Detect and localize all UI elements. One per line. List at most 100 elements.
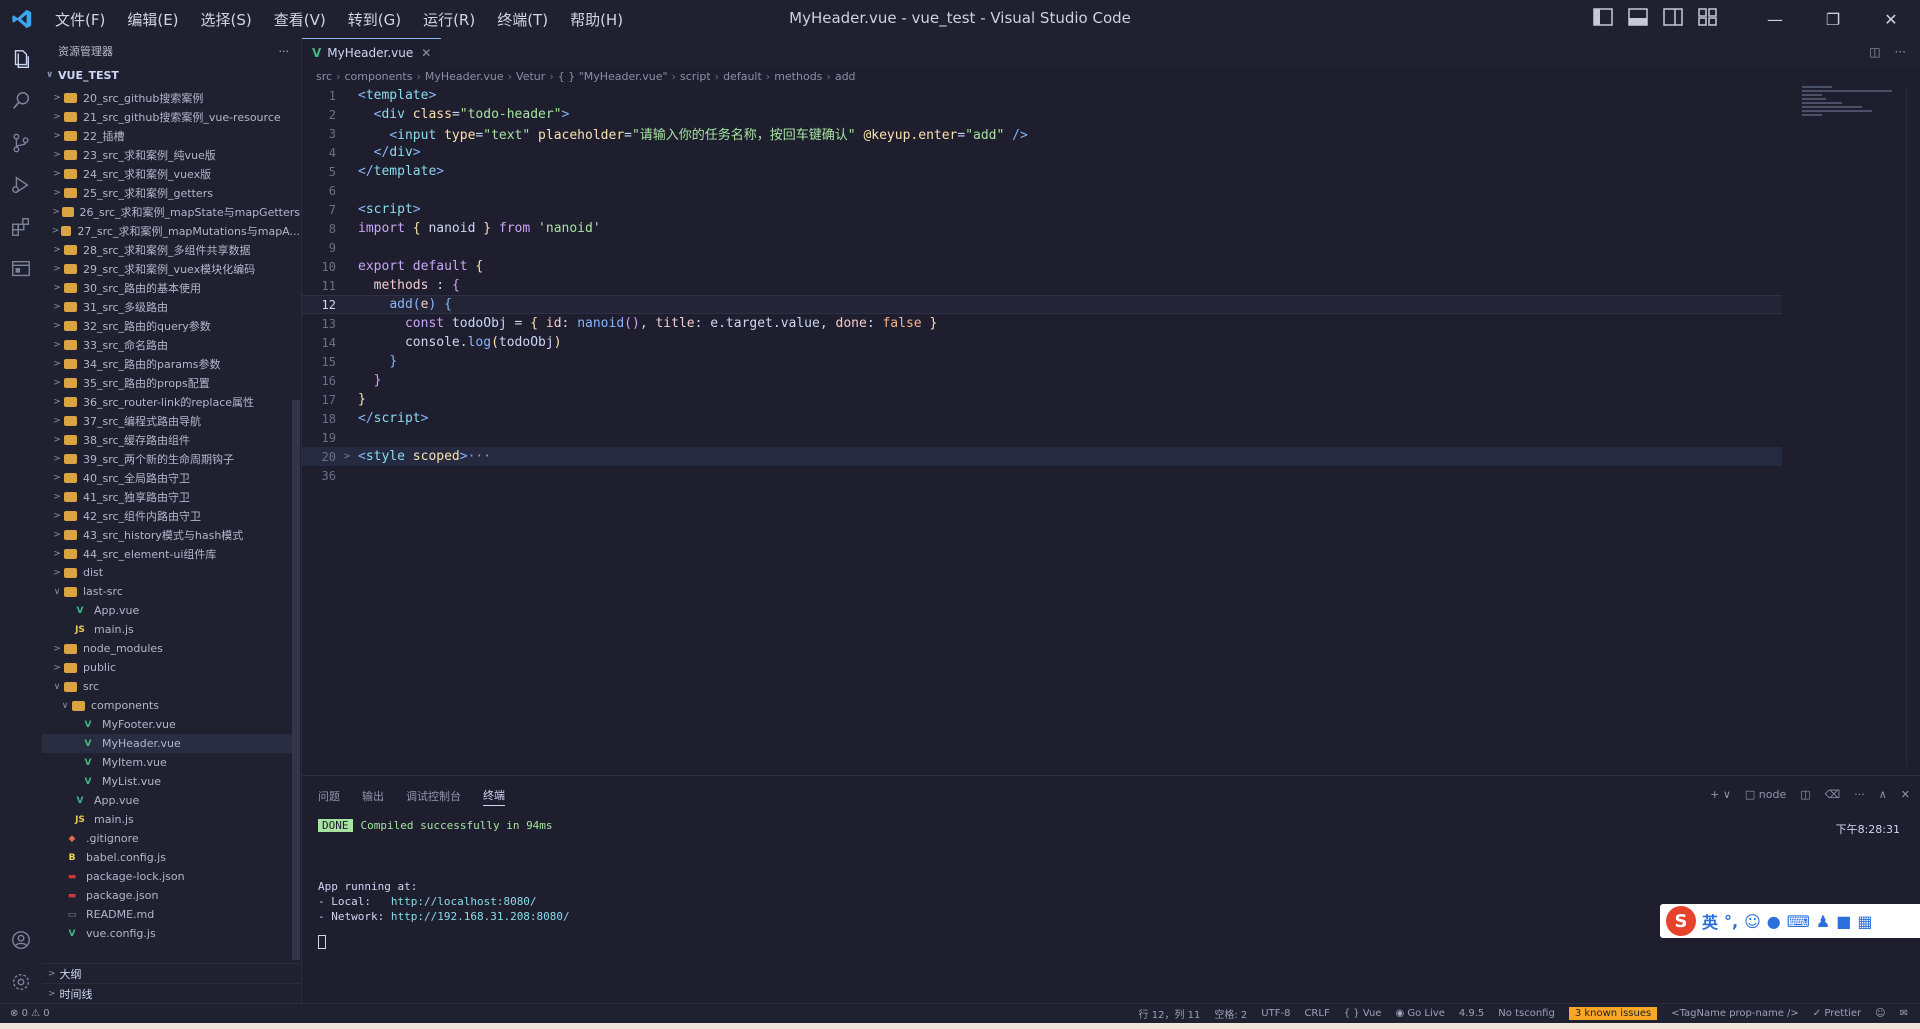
settings-gear-icon[interactable] — [0, 961, 42, 1003]
code-line[interactable]: 5 </template> — [302, 162, 1782, 181]
tree-item[interactable]: ∨ components — [42, 696, 300, 715]
tree-item[interactable]: > public — [42, 658, 300, 677]
code-line[interactable]: 20 > <style scoped>··· — [302, 447, 1782, 466]
tab-terminal[interactable]: 终端 — [483, 787, 505, 806]
tree-item[interactable]: V App.vue — [42, 791, 300, 810]
maximize-panel-icon[interactable]: ∧ — [1879, 788, 1887, 801]
toolbox-icon[interactable]: ▦ — [1857, 912, 1872, 931]
restore-icon[interactable]: ❐ — [1804, 0, 1862, 38]
code-line[interactable]: 12 add(e) { — [302, 295, 1782, 314]
tree-item[interactable]: > dist — [42, 563, 300, 582]
breadcrumb-item[interactable]: methods — [774, 70, 822, 83]
menu-edit[interactable]: 编辑(E) — [116, 9, 189, 30]
fold-chevron-icon[interactable]: > — [344, 451, 358, 462]
tree-item[interactable]: >24_src_求和案例_vuex版 — [42, 164, 300, 183]
feedback-icon[interactable]: ☺ — [1875, 1008, 1885, 1019]
code-line[interactable]: 18 </script> — [302, 409, 1782, 428]
menu-file[interactable]: 文件(F) — [44, 9, 116, 30]
code-line[interactable]: 9 — [302, 238, 1782, 257]
network-url-link[interactable]: http://192.168.31.208:8080/ — [391, 910, 570, 923]
timeline-section[interactable]: > 时间线 — [42, 983, 300, 1003]
breadcrumb-item[interactable]: script — [680, 70, 711, 83]
code-line[interactable]: 4 </div> — [302, 143, 1782, 162]
code-line[interactable]: 3 <input type="text" placeholder="请输入你的任… — [302, 124, 1782, 144]
tree-item[interactable]: Vvue.config.js — [42, 924, 300, 943]
code-line[interactable]: 10 export default { — [302, 257, 1782, 276]
terminal-shell-selector[interactable]: □ node — [1745, 788, 1786, 801]
tree-item[interactable]: ◆ .gitignore — [42, 829, 300, 848]
sidebar-scrollbar[interactable] — [292, 400, 300, 960]
menu-help[interactable]: 帮助(H) — [559, 9, 634, 30]
breadcrumb-item[interactable]: { } "MyHeader.vue" — [558, 70, 668, 83]
search-icon[interactable] — [0, 80, 42, 122]
tree-item[interactable]: >39_src_两个新的生命周期钩子 — [42, 449, 300, 468]
breadcrumb-item[interactable]: components — [344, 70, 412, 83]
remote-explorer-icon[interactable] — [0, 248, 42, 290]
minimize-icon[interactable]: — — [1746, 0, 1804, 38]
tree-item[interactable]: JS main.js — [42, 620, 300, 639]
tree-item[interactable]: V MyList.vue — [42, 772, 300, 791]
tree-item[interactable]: >20_src_github搜索案例 — [42, 88, 300, 107]
code-line[interactable]: 6 — [302, 181, 1782, 200]
go-live-button[interactable]: ◉ Go Live — [1395, 1008, 1444, 1019]
account-icon[interactable] — [0, 919, 42, 961]
breadcrumb-item[interactable]: add — [835, 70, 856, 83]
tagname-status[interactable]: <TagName prop-name /> — [1671, 1008, 1799, 1019]
code-line[interactable]: 1 <template> — [302, 86, 1782, 105]
tree-item[interactable]: >21_src_github搜索案例_vue-resource — [42, 107, 300, 126]
toggle-secondary-sidebar-icon[interactable] — [1663, 8, 1685, 28]
tree-item[interactable]: >36_src_router-link的replace属性 — [42, 392, 300, 411]
tree-item[interactable]: V MyItem.vue — [42, 753, 300, 772]
code-line[interactable]: 19 — [302, 428, 1782, 447]
code-editor[interactable]: 1 <template> 2 <div class="todo-header"> 3 … — [302, 86, 1782, 766]
tree-item[interactable]: >31_src_多级路由 — [42, 297, 300, 316]
code-line[interactable]: 15 } — [302, 352, 1782, 371]
tree-item[interactable]: >27_src_求和案例_mapMutations与mapA... — [42, 221, 300, 240]
tree-item[interactable]: Bbabel.config.js — [42, 848, 300, 867]
local-url-link[interactable]: http://localhost:8080/ — [391, 895, 537, 908]
split-editor-icon[interactable]: ◫ — [1869, 45, 1880, 59]
menu-run[interactable]: 运行(R) — [412, 9, 486, 30]
close-window-icon[interactable]: ✕ — [1862, 0, 1920, 38]
breadcrumb-item[interactable]: MyHeader.vue — [425, 70, 504, 83]
breadcrumb-item[interactable]: default — [723, 70, 762, 83]
minimap[interactable] — [1802, 86, 1902, 146]
code-line[interactable]: 13 const todoObj = { id: nanoid(), title… — [302, 314, 1782, 333]
microphone-icon[interactable]: ● — [1767, 912, 1781, 931]
end-of-line[interactable]: CRLF — [1304, 1008, 1329, 1019]
close-tab-icon[interactable]: ✕ — [421, 46, 431, 60]
editor-more-icon[interactable]: ··· — [1895, 45, 1906, 59]
problems-indicator[interactable]: ⊗ 0 ⚠ 0 — [10, 1008, 50, 1019]
tree-item[interactable]: ▬ package-lock.json — [42, 867, 300, 886]
tree-item[interactable]: V MyHeader.vue — [42, 734, 300, 753]
outline-section[interactable]: > 大纲 — [42, 963, 300, 983]
skin-icon[interactable]: ■ — [1836, 912, 1851, 931]
menu-terminal[interactable]: 终端(T) — [486, 9, 559, 30]
ime-language[interactable]: 英 — [1702, 909, 1718, 933]
tree-item[interactable]: >33_src_命名路由 — [42, 335, 300, 354]
tab-debug-console[interactable]: 调试控制台 — [406, 788, 461, 804]
prettier-status[interactable]: ✓ Prettier — [1813, 1008, 1861, 1019]
tree-item[interactable]: JS main.js — [42, 810, 300, 829]
tree-item[interactable]: ▬ package.json — [42, 886, 300, 905]
code-line[interactable]: 8 import { nanoid } from 'nanoid' — [302, 219, 1782, 238]
tree-item[interactable]: >43_src_history模式与hash模式 — [42, 525, 300, 544]
tree-item[interactable]: >34_src_路由的params参数 — [42, 354, 300, 373]
tree-item[interactable]: ∨ src — [42, 677, 300, 696]
customize-layout-icon[interactable] — [1698, 8, 1720, 28]
menu-view[interactable]: 查看(V) — [263, 9, 337, 30]
panel-more-icon[interactable]: ··· — [1854, 788, 1865, 801]
tree-item[interactable]: >37_src_编程式路由导航 — [42, 411, 300, 430]
tree-item[interactable]: >38_src_缓存路由组件 — [42, 430, 300, 449]
code-line[interactable]: 17} — [302, 390, 1782, 409]
user-icon[interactable]: ♟ — [1816, 912, 1830, 931]
close-panel-icon[interactable]: ✕ — [1901, 788, 1910, 801]
tree-item[interactable]: > node_modules — [42, 639, 300, 658]
new-terminal-icon[interactable]: + ∨ — [1710, 788, 1731, 801]
encoding[interactable]: UTF-8 — [1261, 1008, 1290, 1019]
tree-item[interactable]: >28_src_求和案例_多组件共享数据 — [42, 240, 300, 259]
tree-item[interactable]: >29_src_求和案例_vuex模块化编码 — [42, 259, 300, 278]
emoji-icon[interactable]: ☺ — [1744, 912, 1761, 931]
toggle-panel-icon[interactable] — [1628, 8, 1650, 28]
tab-myheader-vue[interactable]: V MyHeader.vue ✕ — [302, 38, 442, 66]
